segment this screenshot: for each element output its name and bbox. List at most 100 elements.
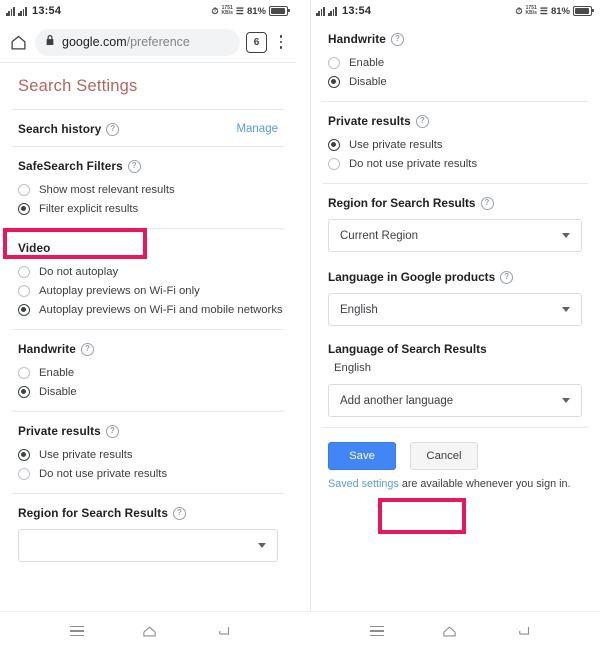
language-products-select[interactable]: English <box>328 293 582 326</box>
add-language-select[interactable]: Add another language <box>328 384 582 417</box>
status-bar-right-group: ⏱ 1751 KB/s ☰ 81% <box>211 5 290 17</box>
help-circle-icon[interactable]: ? <box>415 114 429 128</box>
left-page-content: Search Settings Search history ? Manage … <box>0 63 296 572</box>
radio-row[interactable]: Enable <box>18 363 278 382</box>
left-phone-panel: 13:54 ⏱ 1751 KB/s ☰ 81% google.com/prefe… <box>0 0 296 612</box>
help-circle-icon[interactable]: ? <box>173 506 186 520</box>
help-circle-icon[interactable]: ? <box>106 122 120 136</box>
chevron-down-icon <box>562 398 570 403</box>
chevron-down-icon <box>258 543 266 548</box>
browser-toolbar: google.com/preference 6 <box>0 22 296 62</box>
radio-row[interactable]: Disable <box>18 382 278 401</box>
region-label: Region for Search Results <box>18 506 168 520</box>
help-circle-icon[interactable]: ? <box>480 196 494 210</box>
recents-glyph <box>369 625 384 637</box>
back-icon[interactable] <box>210 618 236 644</box>
battery-icon <box>269 5 290 17</box>
help-circle-icon[interactable]: ? <box>105 424 119 438</box>
save-button[interactable]: Save <box>328 442 396 470</box>
video-title: Video <box>18 241 278 255</box>
save-footnote-rest: are available whenever you sign in. <box>398 478 571 490</box>
radio-row[interactable]: Filter explicit results <box>18 199 278 218</box>
section-search-history: Search history ? Manage <box>0 110 296 146</box>
radio-row[interactable]: Autoplay previews on Wi-Fi and mobile ne… <box>18 300 283 319</box>
chevron-down-icon <box>562 307 570 312</box>
cancel-button[interactable]: Cancel <box>410 442 478 470</box>
section-region: Region for Search Results ? <box>0 494 296 572</box>
radio-button[interactable] <box>18 303 30 316</box>
status-bar-right: 13:54 ⏱ 1751 KB/s ☰ 81% <box>310 0 600 22</box>
radio-row[interactable]: Do not autoplay <box>18 262 278 281</box>
radio-row[interactable]: Disable <box>328 72 582 91</box>
private-results-label: Private results <box>18 424 101 438</box>
radio-label: Autoplay previews on Wi-Fi and mobile ne… <box>39 303 283 316</box>
help-circle-icon[interactable]: ? <box>390 32 404 46</box>
android-nav-bar <box>0 611 600 650</box>
section-language-products: Language in Google products ? English <box>310 262 600 336</box>
language-results-current: English <box>334 362 372 374</box>
radio-button[interactable] <box>18 467 30 480</box>
home-icon[interactable] <box>7 31 29 53</box>
radio-button[interactable] <box>18 284 30 297</box>
kebab-menu-icon[interactable] <box>273 35 289 49</box>
region-select[interactable] <box>18 529 278 562</box>
recents-icon[interactable] <box>64 618 90 644</box>
radio-button[interactable] <box>18 202 30 215</box>
help-circle-icon[interactable]: ? <box>127 159 141 173</box>
radio-button[interactable] <box>18 385 30 398</box>
section-language-results: Language of Search Results English Add a… <box>310 336 600 427</box>
home-icon[interactable] <box>137 618 163 644</box>
radio-label: Enable <box>349 56 385 69</box>
help-circle-icon[interactable]: ? <box>80 342 94 356</box>
manage-link[interactable]: Manage <box>236 123 278 135</box>
handwrite-options: Enable Disable <box>18 363 278 401</box>
region-label: Region for Search Results <box>328 196 476 210</box>
safesearch-label: SafeSearch Filters <box>18 159 123 173</box>
recents-icon[interactable] <box>364 618 390 644</box>
radio-row[interactable]: Autoplay previews on Wi-Fi only <box>18 281 278 300</box>
handwrite-title: Handwrite ? <box>328 32 582 46</box>
radio-row[interactable]: Do not use private results <box>328 154 582 173</box>
radio-button[interactable] <box>18 448 30 461</box>
address-bar[interactable]: google.com/preference <box>35 28 240 56</box>
section-private-results: Private results ? Use private results Do… <box>0 412 296 493</box>
radio-row[interactable]: Show most relevant results <box>18 180 278 199</box>
lock-icon <box>45 33 55 51</box>
data-speed-indicator: 1751 KB/s <box>221 5 233 16</box>
saved-settings-link[interactable]: Saved settings <box>328 478 399 490</box>
radio-button[interactable] <box>328 138 340 151</box>
back-icon[interactable] <box>510 618 536 644</box>
radio-label: Do not use private results <box>39 467 168 480</box>
chevron-down-icon <box>562 233 570 238</box>
language-products-title: Language in Google products ? <box>328 270 582 284</box>
tab-counter-button[interactable]: 6 <box>246 31 267 53</box>
radio-button[interactable] <box>328 56 340 69</box>
radio-button[interactable] <box>328 157 340 170</box>
help-circle-icon[interactable]: ? <box>500 270 514 284</box>
url-text: google.com/preference <box>62 35 190 49</box>
video-label: Video <box>18 241 51 255</box>
home-icon[interactable] <box>437 618 463 644</box>
radio-button[interactable] <box>328 75 340 88</box>
private-results-title: Private results ? <box>328 114 582 128</box>
private-results-title: Private results ? <box>18 424 278 438</box>
radio-row[interactable]: Use private results <box>328 135 582 154</box>
signal-bars-icon-2 <box>18 6 27 16</box>
radio-button[interactable] <box>18 183 30 196</box>
radio-row[interactable]: Do not use private results <box>18 464 278 483</box>
region-select[interactable]: Current Region <box>328 219 582 252</box>
battery-percent: 81% <box>246 5 266 17</box>
radio-row[interactable]: Enable <box>328 53 582 72</box>
radio-row[interactable]: Use private results <box>18 445 278 464</box>
wifi-icon: ☰ <box>235 5 244 16</box>
language-results-label: Language of Search Results <box>328 342 487 356</box>
radio-button[interactable] <box>18 265 30 278</box>
radio-label: Use private results <box>39 448 133 461</box>
region-title: Region for Search Results ? <box>18 506 278 520</box>
status-bar-left: 13:54 ⏱ 1751 KB/s ☰ 81% <box>0 0 296 22</box>
right-page-content: Handwrite ? Enable Disable Private resul… <box>310 22 600 490</box>
section-video: Video Do not autoplay Autoplay previews … <box>0 229 296 329</box>
search-history-header: Search history ? Manage <box>18 122 278 136</box>
radio-button[interactable] <box>18 366 30 379</box>
section-region: Region for Search Results ? Current Regi… <box>310 184 600 262</box>
